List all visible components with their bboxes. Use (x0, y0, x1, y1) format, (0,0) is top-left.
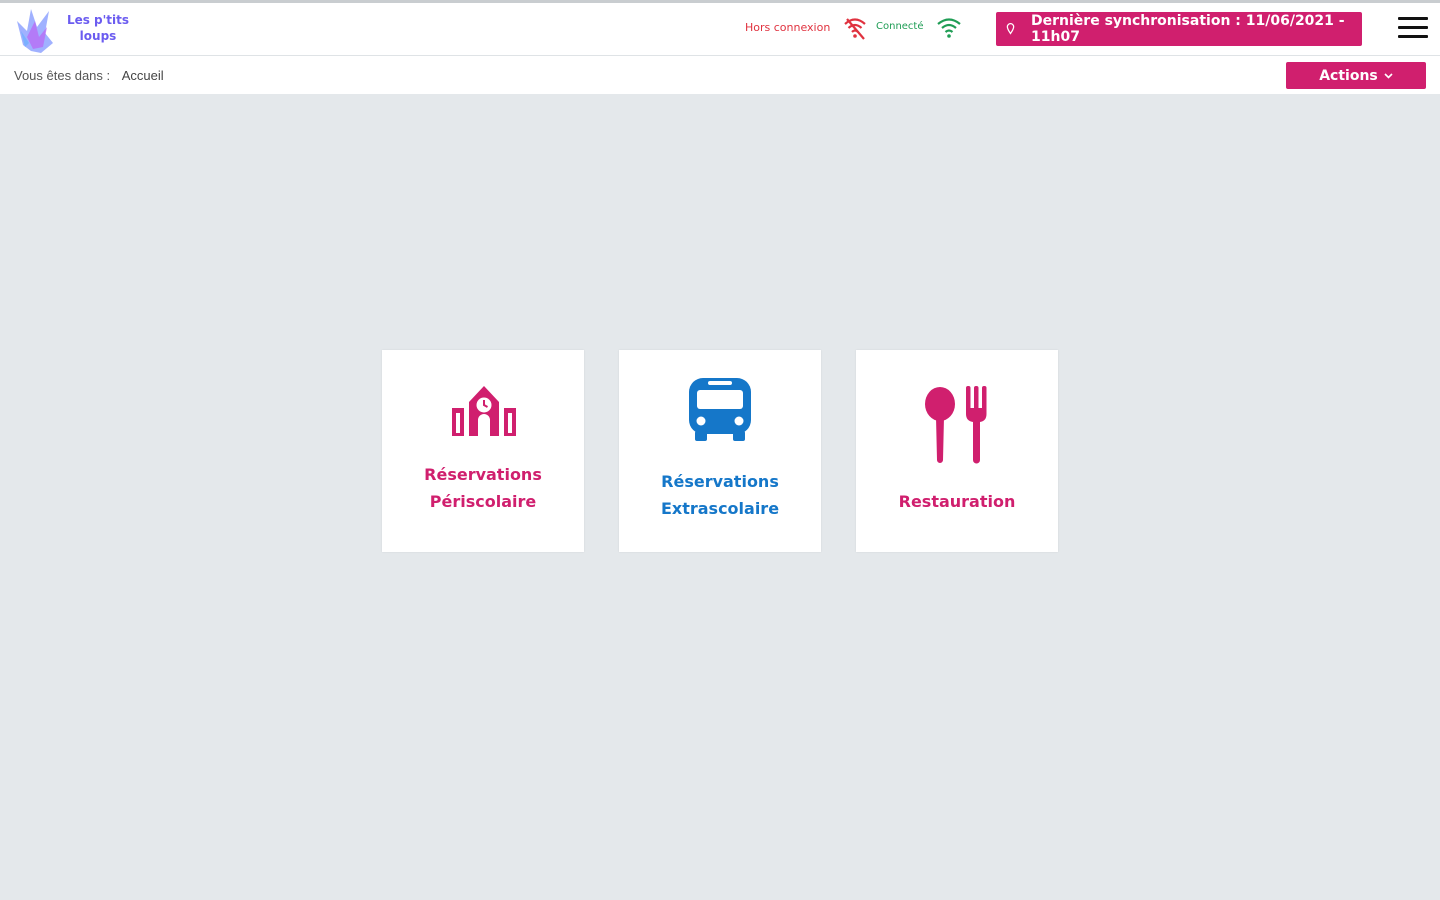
tile-label-line-1: Réservations (661, 472, 779, 491)
breadcrumb-prefix: Vous êtes dans : (14, 68, 111, 83)
tile-label-line-2: Périscolaire (429, 492, 537, 511)
location-pin-icon (1006, 22, 1015, 35)
actions-dropdown-button[interactable]: Actions (1286, 62, 1426, 89)
tile-label: Réservations Extrascolaire (619, 468, 821, 522)
tile-label-line-2: Extrascolaire (660, 499, 780, 518)
wifi-icon (937, 18, 961, 38)
tile-periscolaire[interactable]: Réservations Périscolaire (382, 350, 584, 552)
app-header: Les p'tits loups Hors connexion Connecté… (0, 3, 1440, 56)
wifi-off-icon (844, 18, 866, 40)
tile-restauration[interactable]: Restauration (856, 350, 1058, 552)
sync-label: Dernière synchronisation : 11/06/2021 - … (1031, 13, 1345, 45)
breadcrumb-bar: Vous êtes dans : Accueil Actions (0, 56, 1440, 94)
tile-label: Réservations Périscolaire (382, 461, 584, 515)
logo-line-1: Les p'tits (66, 13, 130, 27)
breadcrumb-current[interactable]: Accueil (122, 68, 164, 83)
chevron-down-icon (1384, 72, 1393, 79)
cutlery-icon (925, 386, 987, 464)
tile-label: Restauration (898, 492, 1016, 511)
tile-label-line-1: Réservations (424, 465, 542, 484)
breadcrumb: Vous êtes dans : Accueil (14, 68, 164, 83)
offline-status-label: Hors connexion (745, 21, 831, 34)
actions-label: Actions (1319, 67, 1378, 84)
tile-extrascolaire[interactable]: Réservations Extrascolaire (619, 350, 821, 552)
online-status-label: Connecté (876, 21, 924, 32)
bus-icon (689, 378, 751, 441)
sync-button[interactable]: Dernière synchronisation : 11/06/2021 - … (996, 12, 1362, 46)
logo-text: Les p'tits loups (66, 12, 130, 44)
hamburger-menu-icon[interactable] (1398, 17, 1428, 43)
logo-line-2: loups (79, 29, 117, 43)
school-icon (452, 386, 516, 436)
